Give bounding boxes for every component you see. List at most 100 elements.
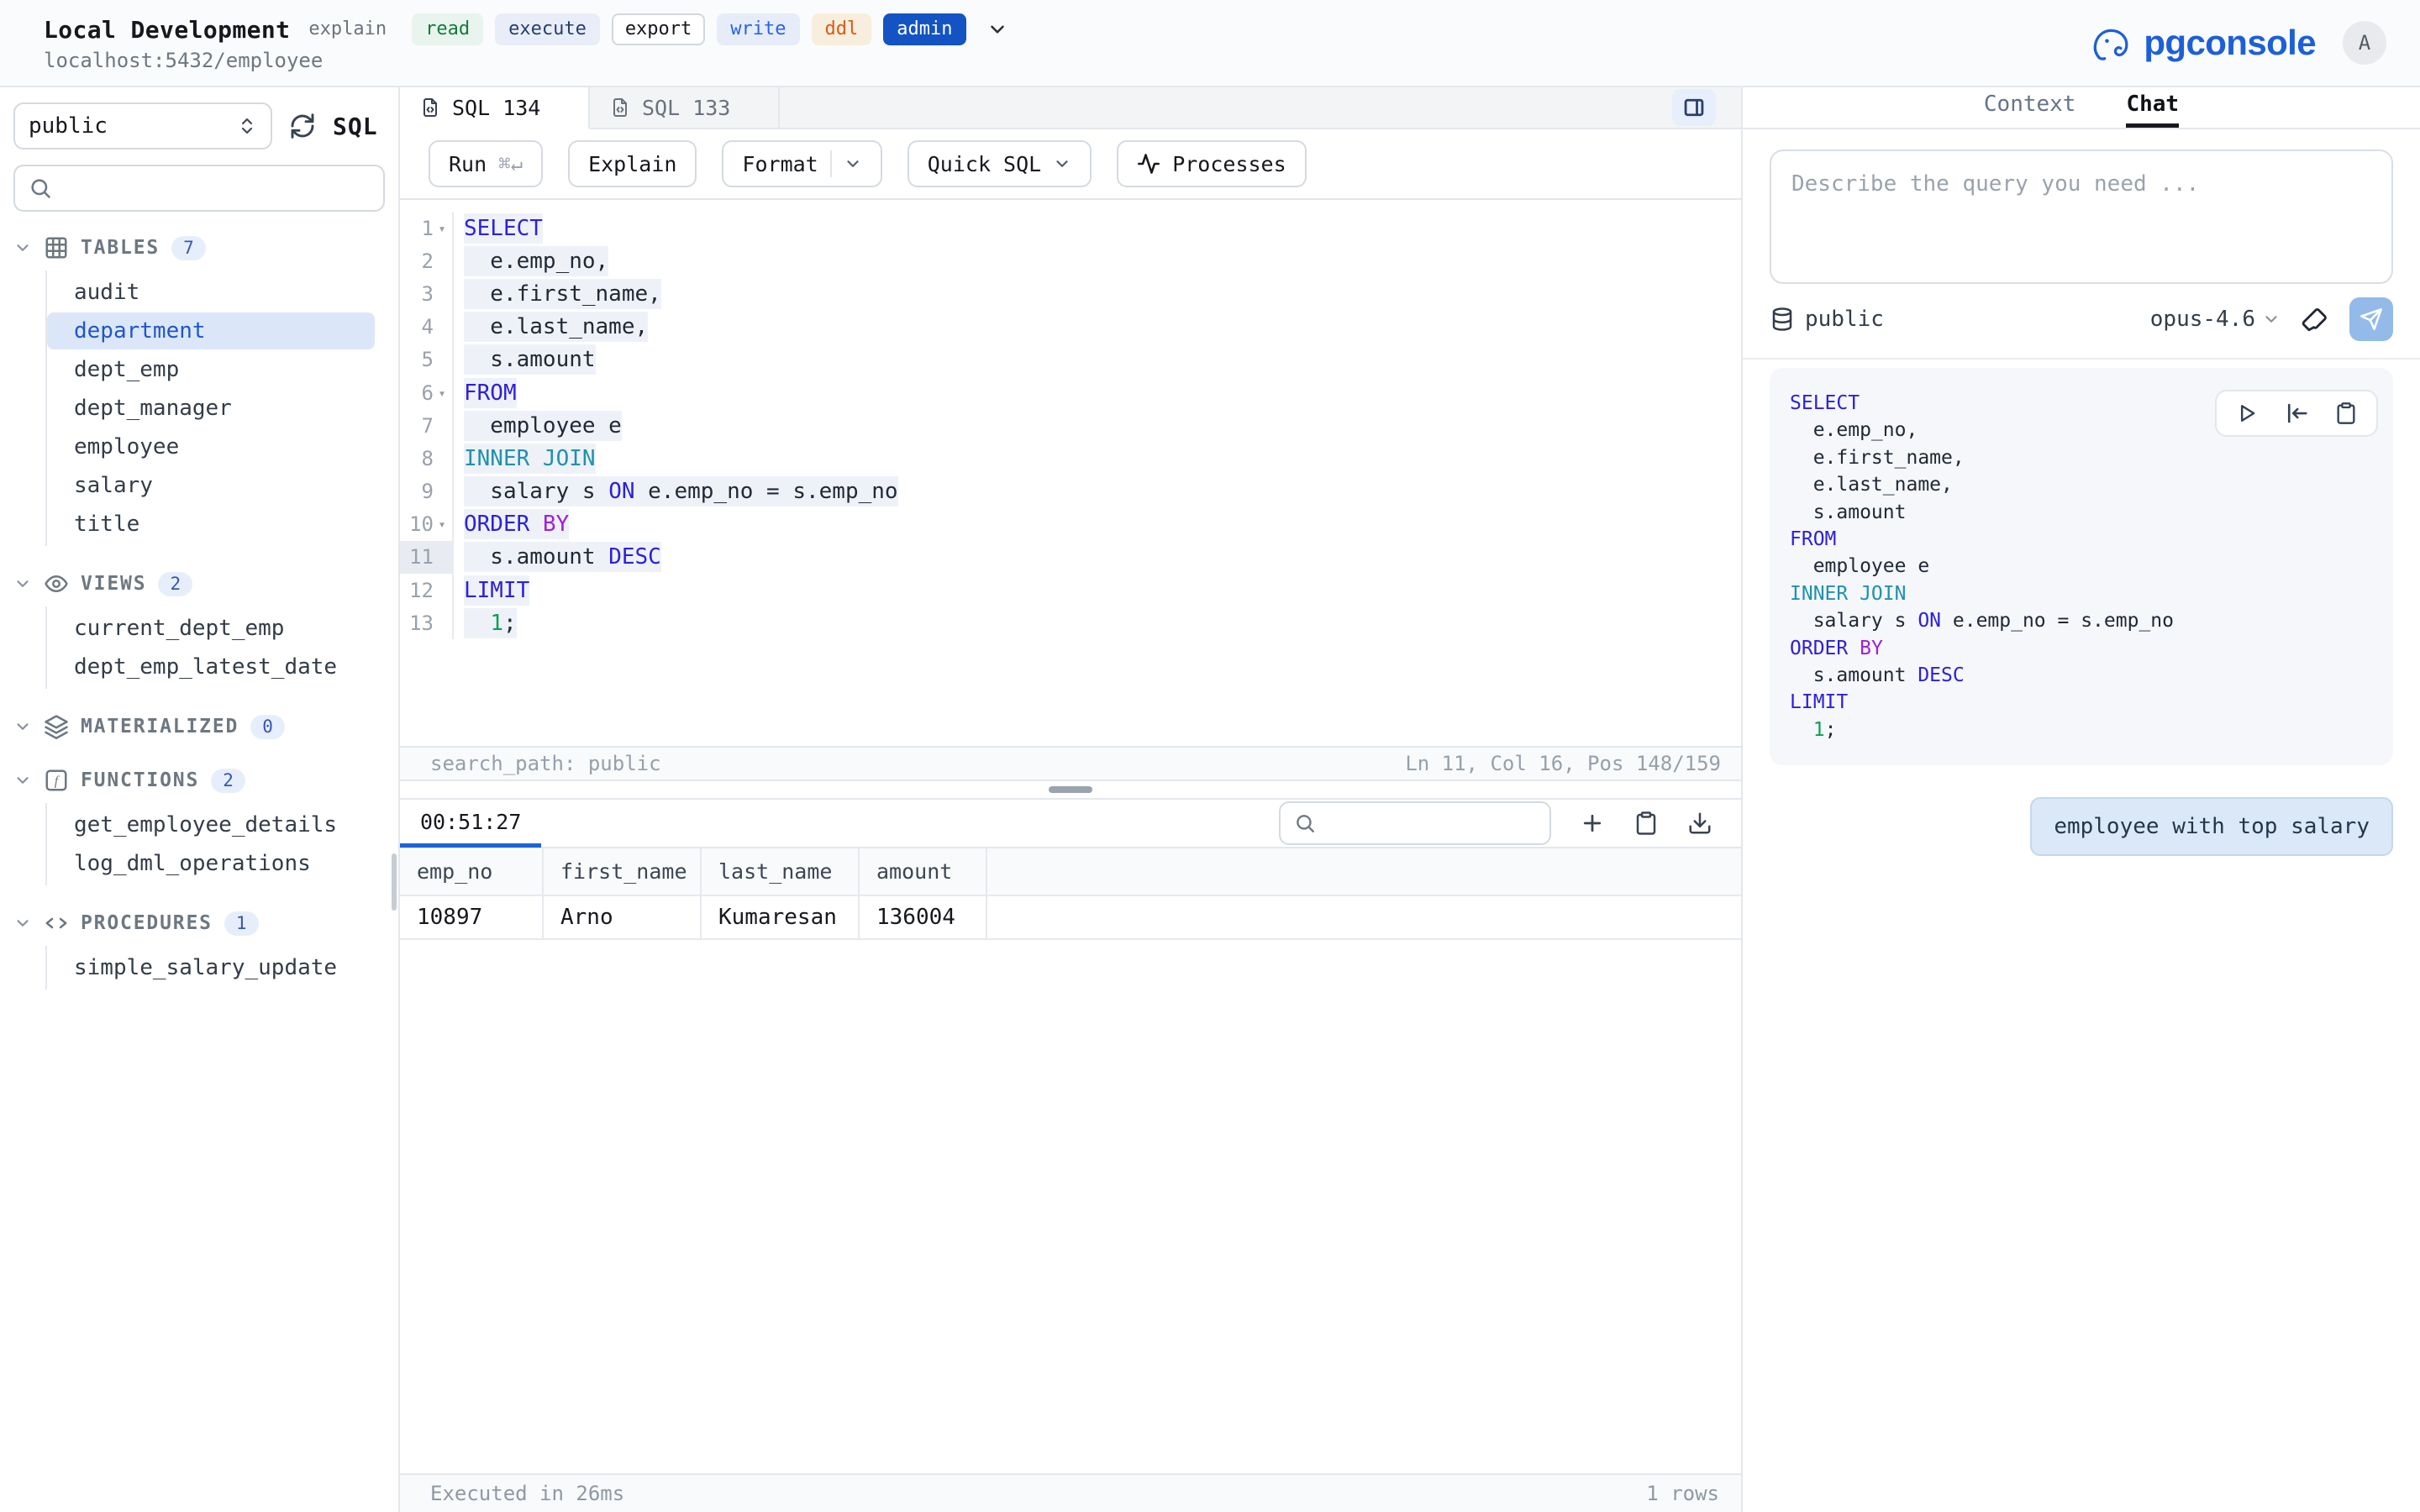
table-row[interactable]: 10897ArnoKumaresan136004 bbox=[400, 895, 1741, 939]
sql-mode-button[interactable]: SQL bbox=[333, 113, 378, 140]
chevron-down-icon[interactable] bbox=[844, 155, 862, 173]
editor-line-4[interactable]: 4 e.last_name, bbox=[400, 311, 1741, 344]
badge-read[interactable]: read bbox=[412, 13, 483, 45]
sidebar-item-simple_salary_update[interactable]: simple_salary_update bbox=[47, 949, 375, 986]
editor-line-3[interactable]: 3 e.first_name, bbox=[400, 277, 1741, 310]
sidebar-item-salary[interactable]: salary bbox=[47, 467, 375, 504]
badge-execute[interactable]: execute bbox=[495, 13, 600, 45]
download-results-button[interactable] bbox=[1687, 811, 1712, 836]
add-result-tab-button[interactable] bbox=[1580, 811, 1605, 836]
processes-button[interactable]: Processes bbox=[1117, 140, 1306, 187]
badge-write[interactable]: write bbox=[717, 13, 799, 45]
code-text: e.emp_no, bbox=[454, 249, 608, 274]
column-header-emp_no[interactable]: emp_no bbox=[400, 848, 543, 895]
badge-export[interactable]: export bbox=[612, 13, 705, 45]
section-header-views[interactable]: VIEWS2 bbox=[13, 568, 385, 600]
sidebar-search[interactable] bbox=[13, 165, 385, 212]
code-text: LIMIT bbox=[454, 578, 529, 603]
editor-line-9[interactable]: 9 salary s ON e.emp_no = s.emp_no bbox=[400, 475, 1741, 508]
sidebar-item-audit[interactable]: audit bbox=[47, 274, 375, 311]
section-items: simple_salary_update bbox=[45, 946, 385, 990]
toggle-right-panel-button[interactable] bbox=[1672, 89, 1716, 126]
execution-time: Executed in 26ms bbox=[430, 1482, 624, 1505]
sidebar-item-department[interactable]: department bbox=[47, 312, 375, 349]
quick-sql-button[interactable]: Quick SQL bbox=[908, 140, 1092, 187]
explain-button[interactable]: Explain bbox=[568, 140, 697, 187]
sql-editor[interactable]: 1▾SELECT2 e.emp_no,3 e.first_name,4 e.la… bbox=[400, 200, 1741, 746]
run-snippet-button[interactable] bbox=[2235, 402, 2259, 425]
format-button[interactable]: Format bbox=[722, 140, 881, 187]
badge-explain[interactable]: explain bbox=[307, 13, 400, 45]
copy-snippet-button[interactable] bbox=[2334, 402, 2358, 425]
sidebar-item-title[interactable]: title bbox=[47, 506, 375, 543]
fold-marker-icon[interactable]: ▾ bbox=[434, 386, 450, 401]
results-tab[interactable]: 00:51:27 bbox=[400, 801, 541, 848]
fold-marker-icon[interactable]: ▾ bbox=[434, 517, 450, 532]
editor-line-5[interactable]: 5 s.amount bbox=[400, 344, 1741, 376]
column-header-amount[interactable]: amount bbox=[859, 848, 986, 895]
insert-snippet-button[interactable] bbox=[2284, 401, 2309, 426]
editor-line-10[interactable]: 10▾ORDER BY bbox=[400, 508, 1741, 541]
sidebar-item-get_employee_details[interactable]: get_employee_details bbox=[47, 806, 375, 843]
play-icon bbox=[2235, 402, 2259, 425]
table-cell: 10897 bbox=[400, 895, 543, 939]
section-header-procedures[interactable]: PROCEDURES1 bbox=[13, 907, 385, 939]
assistant-panel: Context Chat public opus-4.6 bbox=[1741, 87, 2420, 1512]
tab-label: SQL 134 bbox=[452, 96, 540, 120]
badge-admin[interactable]: admin bbox=[883, 13, 965, 45]
results-search-input[interactable] bbox=[1326, 810, 1536, 837]
sidebar-item-employee[interactable]: employee bbox=[47, 428, 375, 465]
copy-results-button[interactable] bbox=[1634, 811, 1659, 836]
section-header-tables[interactable]: TABLES7 bbox=[13, 232, 385, 264]
resize-handle[interactable] bbox=[1049, 786, 1092, 793]
editor-line-8[interactable]: 8INNER JOIN bbox=[400, 442, 1741, 475]
assistant-sql-lines: SELECT e.emp_no, e.first_name, e.last_na… bbox=[1790, 390, 2373, 743]
editor-line-7[interactable]: 7 employee e bbox=[400, 409, 1741, 442]
editor-line-2[interactable]: 2 e.emp_no, bbox=[400, 244, 1741, 277]
column-header-last_name[interactable]: last_name bbox=[701, 848, 859, 895]
tab-label: SQL 133 bbox=[642, 96, 730, 120]
tab-chat[interactable]: Chat bbox=[2126, 92, 2179, 128]
editor-tab-sql-133[interactable]: SQL 133 bbox=[590, 87, 780, 128]
editor-line-11[interactable]: 11 s.amount DESC bbox=[400, 541, 1741, 574]
assistant-code-line: e.first_name, bbox=[1790, 444, 2373, 471]
line-number: 10▾ bbox=[400, 508, 454, 541]
section-label: TABLES bbox=[81, 237, 160, 259]
clear-chat-button[interactable] bbox=[2301, 305, 2329, 333]
tab-context[interactable]: Context bbox=[1984, 92, 2076, 128]
schema-select[interactable]: public bbox=[13, 102, 272, 150]
sidebar-search-input[interactable] bbox=[62, 175, 370, 202]
run-button[interactable]: Run ⌘↵ bbox=[429, 140, 543, 187]
editor-line-13[interactable]: 13 1; bbox=[400, 606, 1741, 639]
line-number: 8 bbox=[400, 442, 454, 475]
chevron-down-icon bbox=[13, 771, 32, 790]
refresh-button[interactable] bbox=[289, 113, 316, 139]
badge-ddl[interactable]: ddl bbox=[812, 13, 872, 45]
sidebar-item-dept_emp_latest_date[interactable]: dept_emp_latest_date bbox=[47, 648, 375, 685]
editor-tab-sql-134[interactable]: SQL 134 bbox=[400, 87, 590, 129]
results-search[interactable] bbox=[1279, 801, 1551, 845]
editor-line-6[interactable]: 6▾FROM bbox=[400, 376, 1741, 409]
avatar[interactable]: A bbox=[2343, 21, 2386, 65]
results-footer: Executed in 26ms 1 rows bbox=[400, 1473, 1741, 1512]
editor-line-12[interactable]: 12LIMIT bbox=[400, 574, 1741, 606]
editor-line-1[interactable]: 1▾SELECT bbox=[400, 212, 1741, 244]
fold-marker-icon[interactable]: ▾ bbox=[434, 221, 450, 236]
sidebar-scrollbar-thumb[interactable] bbox=[392, 853, 397, 911]
sidebar-item-dept_manager[interactable]: dept_manager bbox=[47, 390, 375, 427]
sidebar-item-dept_emp[interactable]: dept_emp bbox=[47, 351, 375, 388]
section-header-functions[interactable]: fFUNCTIONS2 bbox=[13, 764, 385, 796]
chat-input[interactable] bbox=[1770, 150, 2393, 284]
column-header-first_name[interactable]: first_name bbox=[543, 848, 701, 895]
model-select[interactable]: opus-4.6 bbox=[2150, 307, 2281, 332]
chevron-down-icon[interactable] bbox=[986, 18, 1008, 40]
elephant-logo-icon bbox=[2090, 21, 2133, 65]
send-button[interactable] bbox=[2349, 297, 2393, 341]
line-number: 3 bbox=[400, 277, 454, 310]
code-text: s.amount DESC bbox=[454, 544, 661, 570]
assistant-code-line: s.amount DESC bbox=[1790, 662, 2373, 689]
assistant-code-line: INNER JOIN bbox=[1790, 580, 2373, 607]
section-header-materialized[interactable]: MATERIALIZED0 bbox=[13, 711, 385, 743]
sidebar-item-log_dml_operations[interactable]: log_dml_operations bbox=[47, 845, 375, 882]
sidebar-item-current_dept_emp[interactable]: current_dept_emp bbox=[47, 610, 375, 647]
